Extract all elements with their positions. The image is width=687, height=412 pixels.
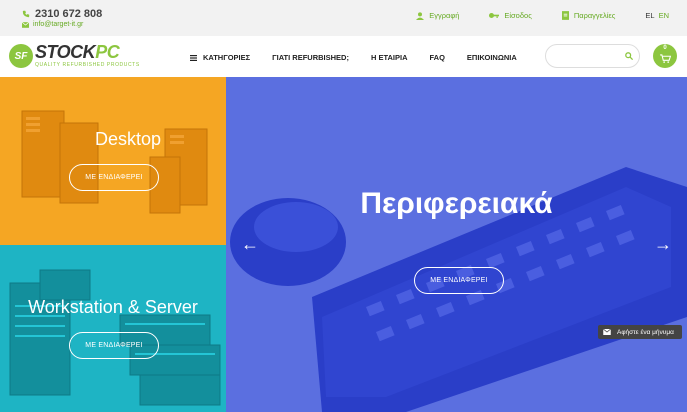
key-icon xyxy=(489,13,500,18)
tile-desktop[interactable]: Desktop ΜΕ ΕΝΔΙΑΦΕΡΕΙ xyxy=(0,77,226,245)
desktop-towers-image xyxy=(21,110,208,214)
lang-en[interactable]: EN xyxy=(659,11,669,20)
menu-icon xyxy=(190,54,197,61)
leave-message-label: Αφήστε ένα μήνυμα xyxy=(617,328,674,336)
carousel-prev-icon[interactable]: ← xyxy=(241,234,259,255)
email-contact[interactable]: info@target-it.gr xyxy=(22,21,83,28)
main-header: SF STOCKPC QUALITY REFURBISHED PRODUCTS … xyxy=(0,36,687,77)
login-link[interactable]: Είσοδος xyxy=(489,11,532,20)
nav-why-refurbished[interactable]: ΓΙΑΤΙ REFURBISHED; xyxy=(272,53,349,62)
tile-desktop-title: Desktop xyxy=(94,129,162,149)
tile-workstation-title: Workstation & Server xyxy=(28,297,198,317)
phone-number: 2310 672 808 xyxy=(35,8,103,20)
server-rack-image xyxy=(9,269,221,406)
register-link[interactable]: Εγγραφή xyxy=(416,11,459,20)
phone-icon xyxy=(22,10,30,18)
logo-mark: SF xyxy=(9,44,33,68)
search-input[interactable] xyxy=(545,44,640,68)
user-icon xyxy=(416,11,425,20)
lang-el[interactable]: EL xyxy=(645,11,654,20)
carousel-next-icon[interactable]: → xyxy=(654,234,672,255)
top-bar: 2310 672 808 info@target-it.gr Εγγραφή Ε… xyxy=(0,0,687,36)
tile-peripherals-button[interactable]: ΜΕ ΕΝΔΙΑΦΕΡΕΙ xyxy=(414,267,504,294)
tile-peripherals[interactable]: Περιφερειακά ΜΕ ΕΝΔΙΑΦΕΡΕΙ ← → xyxy=(226,77,687,412)
tile-workstation-button[interactable]: ΜΕ ΕΝΔΙΑΦΕΡΕΙ xyxy=(69,332,159,359)
phone-contact[interactable]: 2310 672 808 xyxy=(22,8,102,20)
keyboard-mouse-image xyxy=(230,167,687,412)
search-icon[interactable] xyxy=(625,52,633,60)
mail-icon xyxy=(22,21,29,28)
orders-link[interactable]: Παραγγελίες xyxy=(561,11,616,20)
logo-tagline: QUALITY REFURBISHED PRODUCTS xyxy=(35,62,140,68)
nav-categories[interactable]: ΚΑΤΗΓΟΡΙΕΣ xyxy=(190,53,250,62)
orders-label: Παραγγελίες xyxy=(573,11,616,20)
site-logo[interactable]: SF STOCKPC QUALITY REFURBISHED PRODUCTS xyxy=(9,42,140,68)
tile-peripherals-title: Περιφερειακά xyxy=(360,187,553,220)
cart-icon xyxy=(659,54,671,63)
logo-text-pc: PC xyxy=(95,42,120,62)
nav-company[interactable]: Η ΕΤΑΙΡΙΑ xyxy=(371,53,408,62)
main-nav: ΚΑΤΗΓΟΡΙΕΣ ΓΙΑΤΙ REFURBISHED; Η ΕΤΑΙΡΙΑ … xyxy=(190,53,539,62)
cart-count: 0 xyxy=(663,45,667,51)
nav-contact[interactable]: ΕΠΙΚΟΙΝΩΝΙΑ xyxy=(467,53,517,62)
login-label: Είσοδος xyxy=(504,11,532,20)
register-label: Εγγραφή xyxy=(429,11,460,20)
logo-text-stock: STOCK xyxy=(35,42,96,62)
nav-categories-label: ΚΑΤΗΓΟΡΙΕΣ xyxy=(203,53,251,62)
tile-workstation[interactable]: Workstation & Server ΜΕ ΕΝΔΙΑΦΕΡΕΙ xyxy=(0,245,226,412)
envelope-icon xyxy=(603,329,611,335)
cart-button[interactable]: 0 xyxy=(653,44,677,68)
tile-desktop-button[interactable]: ΜΕ ΕΝΔΙΑΦΕΡΕΙ xyxy=(69,164,159,191)
nav-faq[interactable]: FAQ xyxy=(429,53,444,62)
document-icon xyxy=(561,11,569,20)
leave-message-button[interactable]: Αφήστε ένα μήνυμα xyxy=(598,325,682,339)
email-address: info@target-it.gr xyxy=(33,21,84,28)
